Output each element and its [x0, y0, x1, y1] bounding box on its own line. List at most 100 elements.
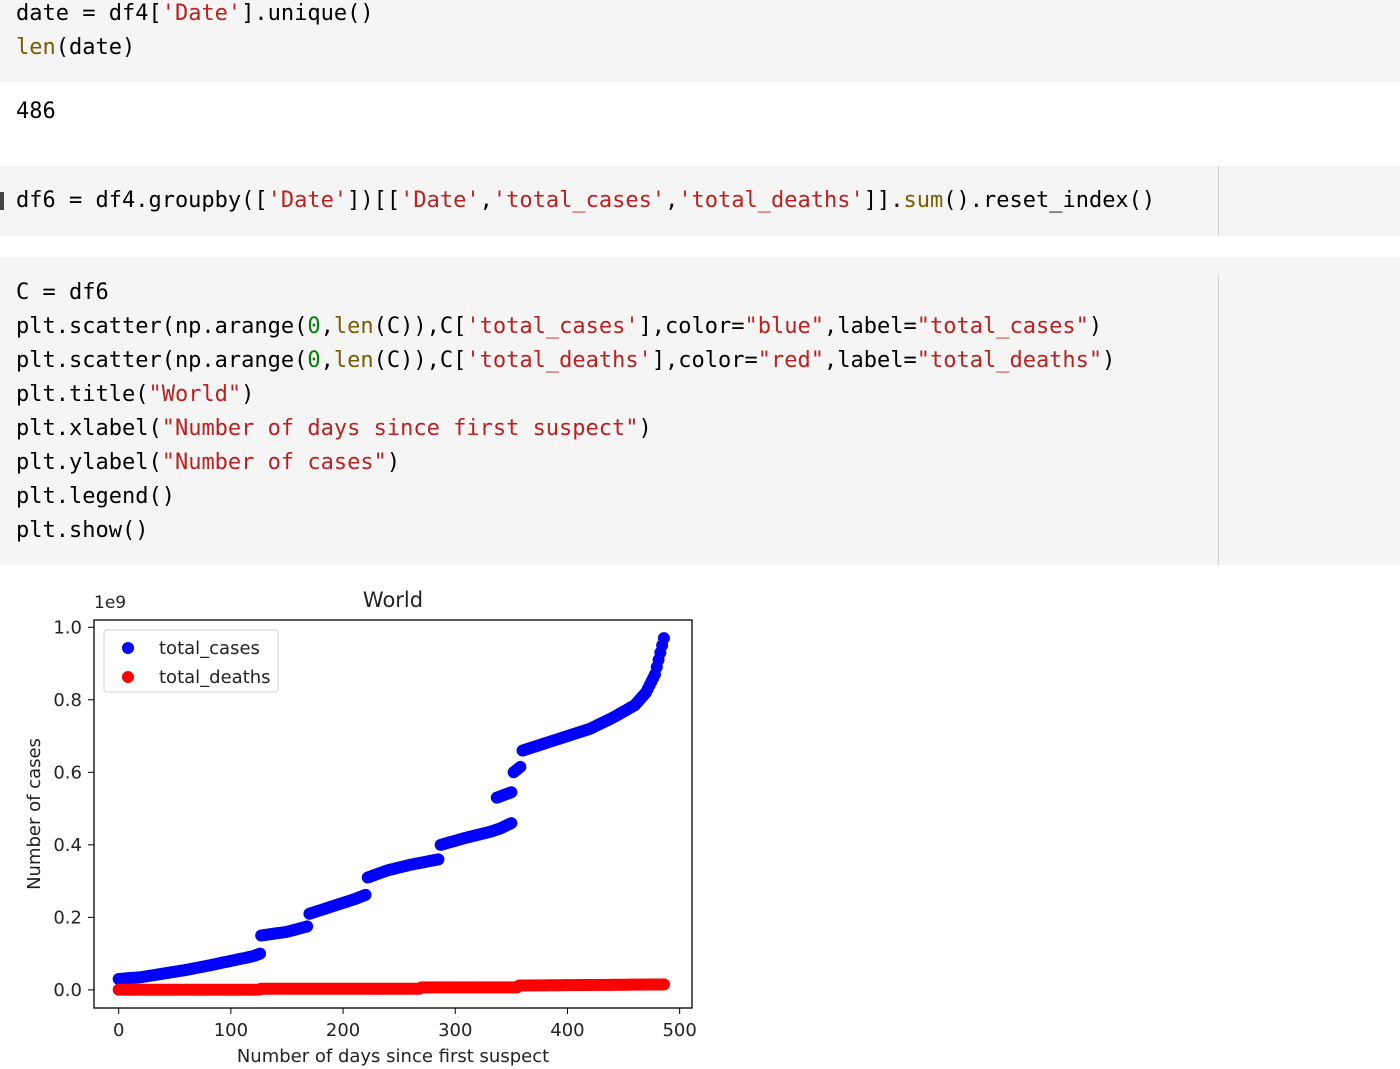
- total_cases-point: [657, 632, 670, 645]
- code-line[interactable]: plt.show(): [16, 514, 1115, 548]
- y-tick-label: 0.4: [53, 835, 82, 856]
- code-line[interactable]: C = df6: [16, 276, 1115, 310]
- code-line[interactable]: date = df4['Date'].unique(): [16, 0, 374, 31]
- x-tick-label: 100: [214, 1020, 248, 1041]
- code-token: ): [241, 382, 255, 407]
- code-token: ().reset_index(): [943, 188, 1156, 213]
- code-token: "Number of days since first suspect": [161, 416, 639, 441]
- x-tick-label: 500: [662, 1020, 696, 1041]
- code-token: ,: [665, 188, 679, 213]
- code-token: 0: [307, 314, 321, 339]
- code-token: 'Date': [267, 188, 348, 213]
- code-cell-1-input[interactable]: date = df4['Date'].unique() len(date): [0, 0, 1400, 82]
- code-token: C = df6: [16, 280, 109, 305]
- code-token: ,: [479, 188, 493, 213]
- code-token: plt.legend(): [16, 484, 175, 509]
- code-token: "World": [148, 382, 242, 407]
- code-token: len: [16, 35, 56, 60]
- code-token: plt.ylabel(: [16, 450, 162, 475]
- code-token: ,label=: [824, 348, 917, 373]
- x-axis-label: Number of days since first suspect: [237, 1046, 549, 1067]
- ruler-line: [1218, 166, 1219, 236]
- total_cases-point: [514, 760, 527, 773]
- code-token: 'Date': [400, 188, 480, 213]
- code-token: len: [333, 348, 374, 373]
- code-token: ,: [320, 348, 334, 373]
- total_cases-point: [505, 817, 518, 830]
- code-token: ])[[: [347, 188, 401, 213]
- code-block[interactable]: C = df6 plt.scatter(np.arange(0,len(C)),C…: [16, 276, 1115, 548]
- code-token: 'total_deaths': [678, 188, 864, 213]
- y-tick-label: 0.2: [53, 907, 82, 928]
- code-token: 'Date': [161, 1, 242, 26]
- code-token: (C)),C[: [373, 348, 467, 373]
- code-token: plt.title(: [16, 382, 149, 407]
- y-tick-label: 0.0: [53, 980, 82, 1001]
- code-token: 'total_cases': [492, 188, 666, 213]
- total_cases-point: [301, 920, 314, 933]
- code-token: plt.scatter(np.arange(: [16, 348, 308, 373]
- code-line[interactable]: df6 = df4.groupby(['Date'])[['Date','tot…: [16, 184, 1155, 218]
- code-token: plt.scatter(np.arange(: [16, 314, 308, 339]
- x-tick-label: 200: [326, 1020, 360, 1041]
- code-line[interactable]: plt.legend(): [16, 480, 1115, 514]
- code-token: "Number of cases": [161, 450, 387, 475]
- y-tick-label: 0.6: [53, 762, 82, 783]
- legend-marker: [122, 642, 134, 654]
- y-tick-label: 0.8: [53, 690, 82, 711]
- code-token: ): [1088, 314, 1103, 339]
- code-token: len: [333, 314, 374, 339]
- code-token: "total_cases": [916, 314, 1089, 339]
- total_cases-point: [432, 853, 445, 866]
- code-block[interactable]: date = df4['Date'].unique() len(date): [16, 0, 374, 65]
- code-token: sum: [903, 188, 944, 213]
- chart-title: World: [363, 588, 423, 612]
- code-token: df6 = df4.groupby([: [16, 188, 268, 213]
- legend-marker: [122, 671, 134, 683]
- code-token: ,: [320, 314, 334, 339]
- code-token: (C)),C[: [373, 314, 467, 339]
- code-token: ): [638, 416, 652, 441]
- code-token: ): [386, 450, 401, 475]
- code-cell-2-input[interactable]: df6 = df4.groupby(['Date'])[['Date','tot…: [0, 166, 1400, 236]
- axis-offset-text: 1e9: [94, 593, 126, 613]
- code-token: plt.xlabel(: [16, 416, 162, 441]
- code-token: 'total_deaths': [466, 348, 652, 373]
- code-token: "red": [757, 348, 825, 373]
- code-token: "blue": [744, 314, 825, 339]
- total_deaths-point: [657, 978, 670, 991]
- code-cell-3-input[interactable]: C = df6 plt.scatter(np.arange(0,len(C)),C…: [0, 257, 1400, 565]
- code-line[interactable]: plt.scatter(np.arange(0,len(C)),C['total…: [16, 310, 1115, 344]
- code-token: ],color=: [651, 348, 758, 373]
- active-cell-marker: [0, 192, 4, 210]
- code-line[interactable]: plt.title("World"): [16, 378, 1115, 412]
- code-token: ],color=: [638, 314, 745, 339]
- code-line[interactable]: plt.scatter(np.arange(0,len(C)),C['total…: [16, 344, 1115, 378]
- code-line[interactable]: plt.xlabel("Number of days since first s…: [16, 412, 1115, 446]
- total_cases-point: [254, 947, 267, 960]
- code-token: ): [1102, 348, 1116, 373]
- code-token: 'total_cases': [466, 314, 639, 339]
- code-line[interactable]: len(date): [16, 31, 374, 65]
- x-tick-label: 300: [438, 1020, 472, 1041]
- code-line[interactable]: plt.ylabel("Number of cases"): [16, 446, 1115, 480]
- total_cases-point: [505, 786, 518, 799]
- code-block[interactable]: df6 = df4.groupby(['Date'])[['Date','tot…: [16, 184, 1155, 218]
- ruler-line: [1218, 275, 1219, 565]
- code-token: 0: [307, 348, 321, 373]
- code-token: plt.show(): [16, 518, 149, 543]
- y-tick-label: 1.0: [53, 617, 82, 638]
- code-token: ]].: [863, 188, 904, 213]
- code-token: date = df4[: [16, 1, 162, 26]
- scatter-chart: 0 100 200 300 400 500 0.0 0.2 0.4 0.6 0.8 1.0 1e9 Wor…: [24, 588, 697, 1067]
- cell-1-output: 486: [16, 99, 56, 124]
- legend-label: total_cases: [159, 638, 260, 659]
- code-token: (date): [55, 35, 136, 60]
- code-token: ].unique(): [241, 1, 374, 26]
- y-axis-label: Number of cases: [24, 738, 45, 890]
- total_cases-point: [359, 888, 372, 901]
- legend-label: total_deaths: [159, 667, 271, 688]
- code-token: "total_deaths": [916, 348, 1103, 373]
- code-token: ,label=: [824, 314, 917, 339]
- x-tick-label: 400: [550, 1020, 584, 1041]
